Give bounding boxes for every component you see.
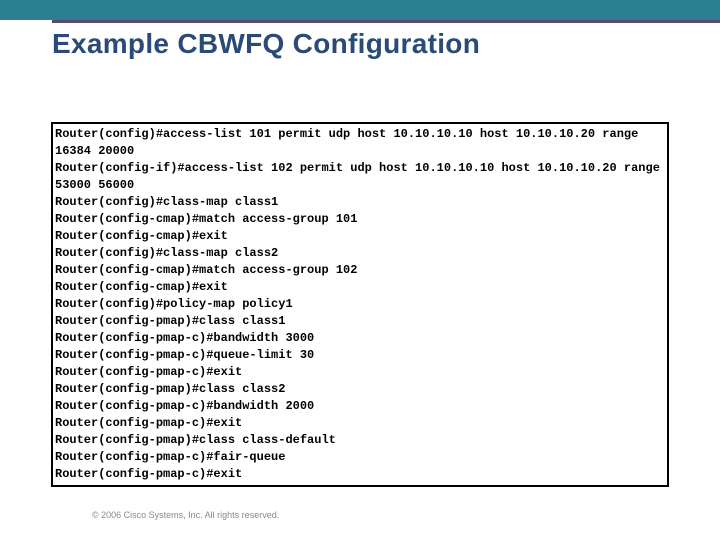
config-box: Router(config)#access-list 101 permit ud…	[51, 122, 669, 487]
config-line: Router(config-cmap)#exit	[53, 279, 667, 296]
config-line: Router(config)#access-list 101 permit ud…	[53, 124, 667, 160]
config-line: Router(config-cmap)#match access-group 1…	[53, 262, 667, 279]
config-line: Router(config-pmap-c)#exit	[53, 415, 667, 432]
config-line: Router(config-pmap)#class class1	[53, 313, 667, 330]
config-line: Router(config-pmap)#class class2	[53, 381, 667, 398]
config-line: Router(config)#policy-map policy1	[53, 296, 667, 313]
config-wrapper: Router(config)#access-list 101 permit ud…	[0, 0, 720, 365]
config-line: Router(config-pmap)#class class-default	[53, 432, 667, 449]
config-line: Router(config-pmap-c)#fair-queue	[53, 449, 667, 466]
config-line: Router(config)#class-map class2	[53, 245, 667, 262]
config-line: Router(config)#class-map class1	[53, 194, 667, 211]
config-line: Router(config-pmap-c)#bandwidth 3000	[53, 330, 667, 347]
config-line: Router(config-cmap)#match access-group 1…	[53, 211, 667, 228]
config-line: Router(config-pmap-c)#queue-limit 30	[53, 347, 667, 364]
config-line: Router(config-if)#access-list 102 permit…	[53, 160, 667, 194]
config-line: Router(config-pmap-c)#exit	[53, 364, 667, 381]
config-line: Router(config-cmap)#exit	[53, 228, 667, 245]
config-line: Router(config-pmap-c)#bandwidth 2000	[53, 398, 667, 415]
config-line: Router(config-pmap-c)#exit	[53, 466, 667, 485]
footer-copyright: © 2006 Cisco Systems, Inc. All rights re…	[92, 510, 279, 520]
